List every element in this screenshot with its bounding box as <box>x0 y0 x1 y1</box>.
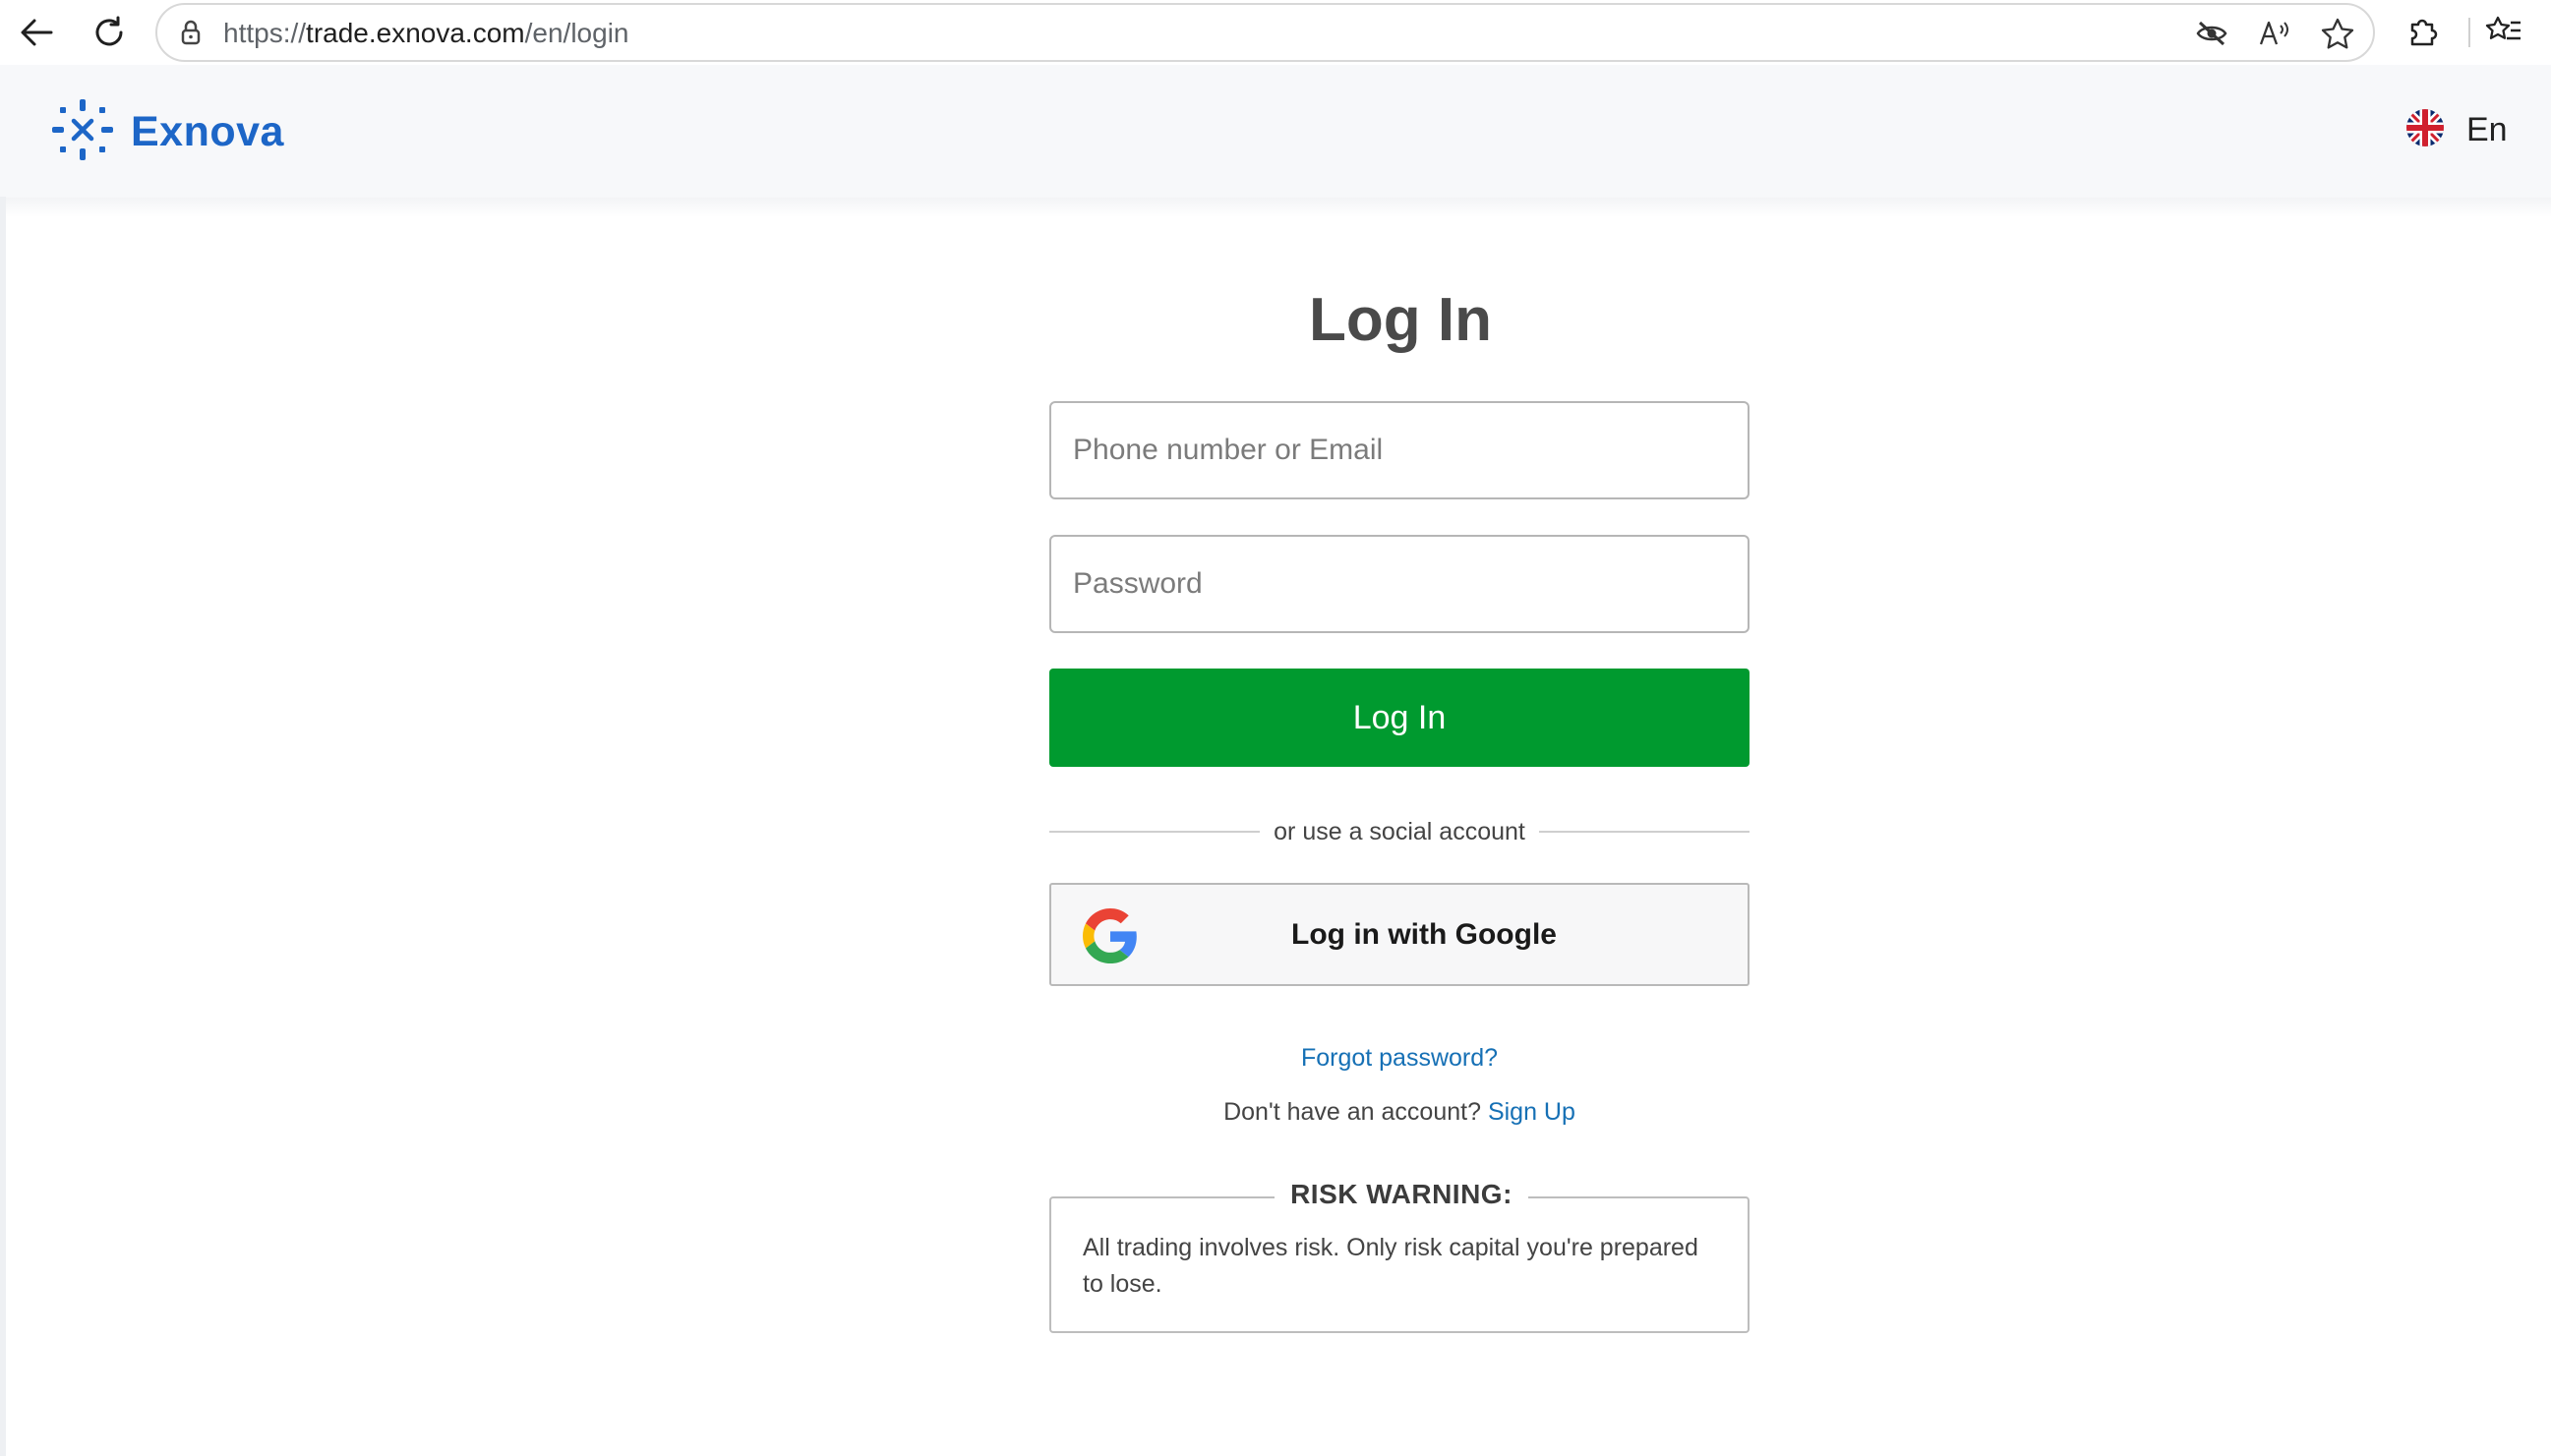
logo-text: Exnova <box>131 108 284 155</box>
risk-warning-title: RISK WARNING: <box>1051 1179 1751 1210</box>
divider-line-right <box>1538 831 1750 833</box>
extensions-icon[interactable] <box>2403 12 2443 51</box>
lock-icon[interactable] <box>177 19 205 46</box>
language-label: En <box>2466 111 2508 148</box>
divider-line-left <box>1049 831 1261 833</box>
risk-warning-text: All trading involves risk. Only risk cap… <box>1083 1234 1698 1298</box>
read-aloud-icon[interactable] <box>2258 17 2291 50</box>
page-edge <box>0 197 6 1456</box>
password-field[interactable] <box>1049 535 1750 633</box>
address-bar[interactable]: https://trade.exnova.com/en/login <box>155 3 2375 62</box>
google-login-label: Log in with Google <box>1291 918 1557 951</box>
social-divider: or use a social account <box>1049 812 1750 851</box>
risk-warning-box: RISK WARNING: All trading involves risk.… <box>1049 1179 1750 1333</box>
divider-text: or use a social account <box>1274 817 1525 845</box>
exnova-logo[interactable]: Exnova <box>52 99 284 165</box>
signup-link[interactable]: Sign Up <box>1488 1098 1575 1126</box>
forgot-password-link[interactable]: Forgot password? <box>0 1044 2551 1073</box>
url-scheme: https:// <box>223 18 307 48</box>
risk-warning-title-text: RISK WARNING: <box>1275 1179 1528 1209</box>
login-button[interactable]: Log In <box>1049 669 1750 767</box>
exnova-logo-icon <box>52 99 113 165</box>
favorites-list-icon[interactable] <box>2484 12 2523 51</box>
site-header: Exnova En <box>0 65 2551 217</box>
url-host: trade.exnova.com <box>306 18 525 48</box>
browser-toolbar: https://trade.exnova.com/en/login <box>0 0 2551 65</box>
uk-flag-icon <box>2405 108 2445 152</box>
toolbar-divider <box>2468 18 2470 47</box>
favorite-star-icon[interactable] <box>2321 17 2354 50</box>
back-arrow-icon[interactable] <box>12 8 61 57</box>
signup-row: Don't have an account? Sign Up <box>0 1098 2551 1127</box>
google-login-button[interactable]: Log in with Google <box>1049 883 1750 986</box>
tracking-hidden-icon[interactable] <box>2195 17 2228 50</box>
page-title: Log In <box>1309 286 1492 354</box>
email-field[interactable] <box>1049 401 1750 499</box>
url-text[interactable]: https://trade.exnova.com/en/login <box>223 18 629 49</box>
no-account-text: Don't have an account? <box>1223 1098 1481 1126</box>
refresh-icon[interactable] <box>85 8 134 57</box>
language-selector[interactable]: En <box>2405 108 2508 152</box>
url-path: /en/login <box>524 18 629 48</box>
